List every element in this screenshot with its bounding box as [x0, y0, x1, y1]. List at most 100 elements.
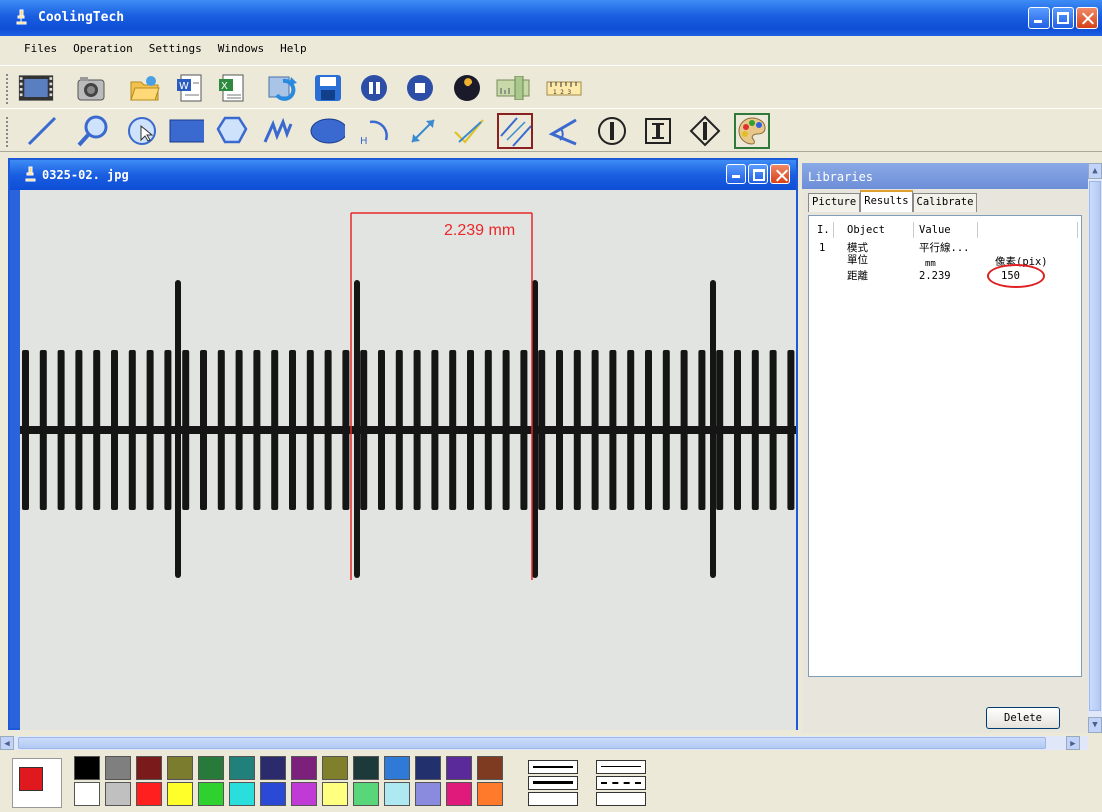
toolbar-grip-2[interactable]: [6, 117, 10, 147]
scroll-left-arrow[interactable]: ◀: [0, 736, 14, 750]
microscope-image[interactable]: 2.239 mm: [20, 190, 796, 730]
app-title-bar: CoolingTech: [0, 0, 1102, 36]
stop-icon[interactable]: [402, 70, 438, 106]
color-swatch[interactable]: [353, 756, 379, 780]
open-folder-icon[interactable]: [127, 70, 163, 106]
minimize-button[interactable]: [1028, 7, 1050, 29]
color-swatch[interactable]: [74, 782, 100, 806]
microscope-icon: [25, 166, 36, 182]
color-swatch[interactable]: [105, 756, 131, 780]
tab-results[interactable]: Results: [860, 190, 913, 212]
color-swatch[interactable]: [74, 756, 100, 780]
column-header-index[interactable]: I.: [817, 224, 830, 236]
microscope-icon: [16, 9, 27, 25]
color-swatch[interactable]: [136, 756, 162, 780]
color-swatch[interactable]: [415, 782, 441, 806]
color-swatch[interactable]: [415, 756, 441, 780]
color-swatch[interactable]: [136, 782, 162, 806]
maximize-button[interactable]: [1052, 7, 1074, 29]
wrench-icon[interactable]: [449, 70, 485, 106]
color-swatch[interactable]: [477, 756, 503, 780]
color-swatch[interactable]: [229, 756, 255, 780]
color-swatch[interactable]: [322, 756, 348, 780]
distance-tool-icon[interactable]: [405, 113, 441, 149]
color-swatch[interactable]: [384, 756, 410, 780]
curve-tool-icon[interactable]: [260, 113, 296, 149]
excel-export-icon[interactable]: X: [214, 70, 250, 106]
word-export-icon[interactable]: W: [172, 70, 208, 106]
horizontal-scroll-thumb[interactable]: [18, 737, 1046, 749]
color-swatch[interactable]: [291, 782, 317, 806]
image-maximize-button[interactable]: [748, 164, 768, 184]
scroll-up-arrow[interactable]: ▲: [1088, 163, 1102, 179]
vertical-scroll-thumb[interactable]: [1089, 181, 1101, 711]
color-swatch[interactable]: [198, 756, 224, 780]
libraries-panel: Libraries Picture Results Calibrate I. O…: [802, 163, 1088, 733]
tab-picture[interactable]: Picture: [808, 193, 861, 212]
close-button[interactable]: [1076, 7, 1098, 29]
video-camera-icon[interactable]: [18, 70, 54, 106]
color-palette-icon[interactable]: [734, 113, 770, 149]
column-header-object[interactable]: Object: [847, 224, 885, 236]
menu-operation[interactable]: Operation: [65, 40, 141, 62]
menu-files[interactable]: Files: [16, 40, 65, 62]
horizontal-scrollbar[interactable]: ◀ ▶: [0, 736, 1088, 750]
polygon-tool-icon[interactable]: [214, 113, 250, 149]
current-color-swatch[interactable]: [12, 758, 62, 808]
column-header-value[interactable]: Value: [919, 224, 951, 236]
select-tool-icon[interactable]: [124, 113, 160, 149]
color-swatch[interactable]: [477, 782, 503, 806]
arc-tool-icon[interactable]: H: [355, 113, 391, 149]
line-style-box-option[interactable]: [528, 792, 578, 806]
row-value-distance: 2.239: [919, 270, 951, 282]
line-style-empty-option[interactable]: [596, 792, 646, 806]
highlight-circle: [987, 264, 1045, 288]
image-close-button[interactable]: [770, 164, 790, 184]
menu-help[interactable]: Help: [272, 40, 315, 62]
color-swatch[interactable]: [446, 756, 472, 780]
color-swatch[interactable]: [260, 756, 286, 780]
diamond-measure-tool-icon[interactable]: [687, 113, 723, 149]
ellipse-tool-icon[interactable]: [309, 113, 345, 149]
toolbar-grip[interactable]: [6, 74, 10, 104]
line-style-thin-option[interactable]: [596, 760, 646, 774]
line-style-thick-option[interactable]: [528, 776, 578, 790]
circle-center-tool-icon[interactable]: [594, 113, 630, 149]
horizontal-ruler-icon[interactable]: 1 2 3: [546, 70, 582, 106]
rectangle-tool-icon[interactable]: [168, 113, 204, 149]
color-swatch[interactable]: [105, 782, 131, 806]
color-swatch[interactable]: [229, 782, 255, 806]
color-swatch[interactable]: [291, 756, 317, 780]
color-swatch[interactable]: [446, 782, 472, 806]
color-swatch[interactable]: [198, 782, 224, 806]
line-style-dashed-option[interactable]: [596, 776, 646, 790]
color-swatch[interactable]: [260, 782, 286, 806]
image-window-title-bar: 0325-02. jpg: [10, 160, 796, 190]
color-swatch[interactable]: [167, 756, 193, 780]
vertical-ruler-icon[interactable]: [495, 70, 531, 106]
vertical-scrollbar[interactable]: ▲ ▼: [1088, 163, 1102, 733]
color-swatch[interactable]: [167, 782, 193, 806]
vertical-measure-tool-icon[interactable]: [640, 113, 676, 149]
menu-windows[interactable]: Windows: [210, 40, 272, 62]
color-swatch[interactable]: [353, 782, 379, 806]
refresh-icon[interactable]: [265, 70, 301, 106]
line-tool-icon[interactable]: [24, 113, 60, 149]
image-minimize-button[interactable]: [726, 164, 746, 184]
parallel-line-tool-icon[interactable]: [497, 113, 533, 149]
color-swatch[interactable]: [384, 782, 410, 806]
scroll-right-arrow[interactable]: ▶: [1066, 736, 1080, 750]
zoom-tool-icon[interactable]: [75, 113, 111, 149]
tab-calibrate[interactable]: Calibrate: [912, 193, 978, 212]
save-icon[interactable]: [310, 70, 346, 106]
color-swatch[interactable]: [322, 782, 348, 806]
menu-settings[interactable]: Settings: [141, 40, 210, 62]
scroll-down-arrow[interactable]: ▼: [1088, 717, 1102, 733]
camera-icon[interactable]: [73, 70, 109, 106]
line-style-solid-option[interactable]: [528, 760, 578, 774]
delete-button[interactable]: Delete: [986, 707, 1060, 729]
angle-tool-icon[interactable]: [545, 113, 581, 149]
angle-line-tool-icon[interactable]: [450, 113, 486, 149]
pause-icon[interactable]: [356, 70, 392, 106]
foreground-color[interactable]: [19, 767, 43, 791]
